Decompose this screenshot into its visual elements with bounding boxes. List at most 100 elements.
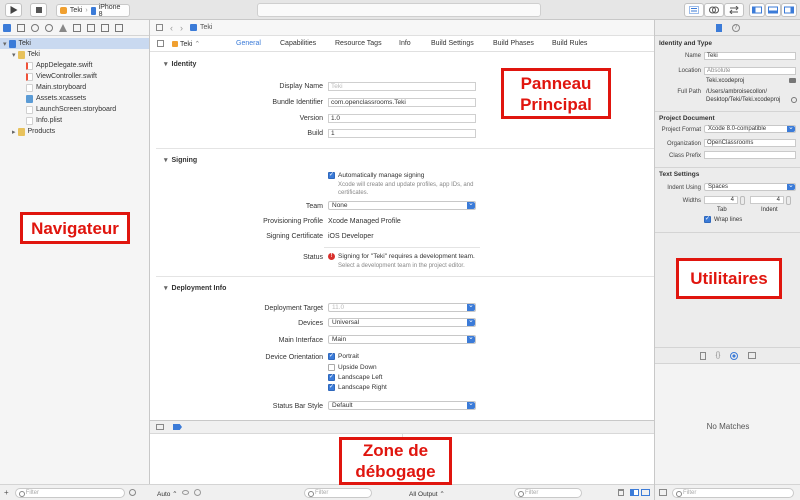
split-view-icon[interactable] [630,489,639,496]
hide-debug-icon[interactable] [156,424,164,430]
nav-item-file[interactable]: ViewController.swift [0,71,149,82]
navigator-filter-input[interactable]: Filter [14,487,125,498]
back-icon[interactable]: ‹ [170,23,173,33]
console-filter-input[interactable]: Filter [514,488,582,498]
wrap-lines-checkbox[interactable]: Wrap lines [704,215,742,223]
variables-scope-select[interactable]: Auto ⌃ [157,490,178,498]
tab-resource-tags[interactable]: Resource Tags [335,40,382,47]
orientation-landscape-left-checkbox[interactable]: Landscape Left [328,373,382,381]
forward-icon[interactable]: › [180,23,183,33]
nav-item-file[interactable]: LaunchScreen.storyboard [0,104,149,115]
section-identity-heading[interactable]: Identity [164,60,197,68]
indent-width-field[interactable]: 4 [750,196,784,204]
section-signing-heading[interactable]: Signing [164,156,198,164]
folder-icon[interactable] [3,23,11,32]
warning-icon[interactable] [59,23,67,32]
target-selector[interactable]: Teki ⌃ [172,40,200,48]
deployment-target-select[interactable]: 11.0 [328,301,476,312]
toggle-debug-button[interactable] [765,3,781,17]
eye-icon[interactable] [182,490,189,495]
nav-item-group[interactable]: ▾ Teki [0,49,149,60]
version-editor-button[interactable] [724,3,744,17]
debug-icon[interactable] [87,23,95,32]
folder-icon[interactable] [789,78,796,83]
stop-button[interactable] [30,3,47,17]
section-deployment-heading[interactable]: Deployment Info [164,284,227,292]
nav-item-group[interactable]: ▸ Products [0,126,149,137]
jump-bar-file[interactable]: Teki [200,24,212,31]
tab-capabilities[interactable]: Capabilities [280,40,316,47]
class-prefix-field[interactable] [704,151,796,159]
console-view-icon[interactable] [641,489,650,496]
symbol-icon[interactable] [31,23,39,32]
orientation-portrait-checkbox[interactable]: Portrait [328,352,359,360]
assistant-editor-button[interactable] [704,3,724,17]
nav-item-project[interactable]: ▾ Teki [0,38,149,49]
tab-width-field[interactable]: 4 [704,196,738,204]
bundle-id-field[interactable]: com.openclassrooms.Teki [328,98,476,107]
reveal-arrow-icon[interactable] [791,97,797,103]
output-select[interactable]: All Output ⌃ [409,490,445,498]
trash-icon[interactable] [618,489,624,496]
run-button[interactable] [5,3,22,17]
info-icon[interactable] [194,489,201,496]
breakpoint-icon[interactable] [101,23,109,32]
build-label: Build [307,130,323,137]
team-select[interactable]: None [328,199,476,210]
library-filter-input[interactable]: Filter [672,487,794,498]
file-template-icon[interactable] [699,351,706,360]
organization-field[interactable]: OpenClassrooms [704,139,796,147]
tab-build-phases[interactable]: Build Phases [493,40,534,47]
grid-view-icon[interactable] [659,489,667,496]
name-field[interactable]: Teki [704,52,796,60]
sidebar-toggle-icon[interactable] [157,40,164,47]
grid-icon[interactable] [156,24,163,31]
orientation-landscape-right-checkbox[interactable]: Landscape Right [328,383,387,391]
tab-build-settings[interactable]: Build Settings [431,40,474,47]
editor-tabs: Teki ⌃ General Capabilities Resource Tag… [150,36,654,52]
text-settings-heading: Text Settings [659,171,700,178]
help-icon[interactable]: ? [731,23,740,32]
display-name-field[interactable]: Teki [328,82,476,91]
project-format-select[interactable]: Xcode 8.0-compatible [704,123,796,133]
source-control-icon[interactable] [17,23,25,32]
nav-item-file[interactable]: Info.plist [0,115,149,126]
status-bar-style-select[interactable]: Default [328,399,476,410]
nav-item-file[interactable]: AppDelegate.swift [0,60,149,71]
debug-filter-bar: Auto ⌃ Filter All Output ⌃ Filter [150,484,654,500]
stepper-icon[interactable] [786,196,791,205]
devices-select[interactable]: Universal [328,316,476,327]
find-icon[interactable] [45,23,53,32]
code-snippet-icon[interactable]: {} [716,352,721,359]
tab-info[interactable]: Info [399,40,411,47]
report-icon[interactable] [115,23,123,32]
clock-icon[interactable] [128,489,136,496]
object-library-icon[interactable] [730,351,739,360]
assets-folder-icon [26,94,33,103]
toggle-utilities-button[interactable] [781,3,797,17]
orientation-upside-down-checkbox[interactable]: Upside Down [328,364,377,371]
divider [156,276,654,277]
main-interface-select[interactable]: Main [328,333,476,344]
add-icon[interactable]: + [4,488,9,497]
indent-using-select[interactable]: Spaces [704,181,796,191]
auto-signing-checkbox[interactable]: Automatically manage signing [328,171,424,179]
tab-build-rules[interactable]: Build Rules [552,40,587,47]
location-select[interactable]: Absolute [704,67,796,75]
breakpoints-toggle-icon[interactable] [173,424,182,430]
tab-general[interactable]: General [236,40,261,47]
toggle-navigator-button[interactable] [749,3,765,17]
nav-item-file[interactable]: Main.storyboard [0,82,149,93]
test-icon[interactable] [73,23,81,32]
scheme-selector[interactable]: Teki › iPhone 8 [56,4,130,18]
divider [324,247,480,248]
checkbox-checked-icon [704,215,711,223]
version-field[interactable]: 1.0 [328,114,476,123]
nav-item-file[interactable]: Assets.xcassets [0,93,149,104]
media-library-icon[interactable] [748,352,757,359]
variables-filter-input[interactable]: Filter [304,488,372,498]
stepper-icon[interactable] [740,196,745,205]
file-inspector-icon[interactable] [715,23,722,32]
standard-editor-button[interactable] [684,3,704,17]
build-field[interactable]: 1 [328,129,476,138]
